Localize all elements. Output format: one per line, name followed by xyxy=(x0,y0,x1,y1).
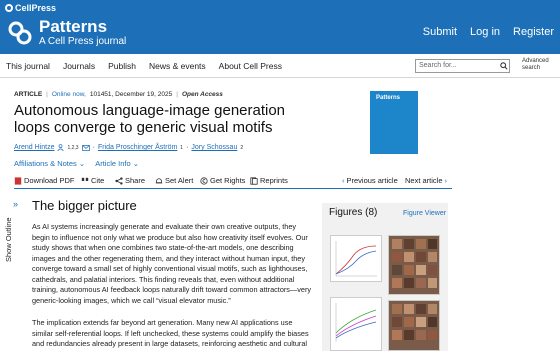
article-type: ARTICLE xyxy=(14,91,43,98)
chevron-right-icon: › xyxy=(444,176,448,185)
open-access-badge: Open Access xyxy=(181,91,223,98)
section-heading: The bigger picture xyxy=(32,198,137,213)
nav-publish[interactable]: Publish xyxy=(108,61,136,71)
article-title: Autonomous language-image generation loo… xyxy=(14,102,286,136)
show-outline-toggle[interactable]: Show Outline xyxy=(4,210,28,270)
search-input[interactable]: Search for... xyxy=(415,59,510,73)
article-toolbar: Download PDF Cite Share Set Alert Get Ri… xyxy=(14,173,452,189)
paragraph-2: The implication extends far beyond art g… xyxy=(32,318,309,348)
affiliations-link[interactable]: Affiliations & Notes ⌄ xyxy=(14,159,85,168)
author-list: Arend Hintze 1,2,3 · Frida Proschinger Å… xyxy=(14,144,244,151)
email-icon[interactable] xyxy=(81,144,90,151)
chevron-left-icon: ‹ xyxy=(342,176,345,185)
chevron-down-icon: ⌄ xyxy=(78,159,86,168)
search-icon[interactable] xyxy=(500,62,508,70)
journal-logo[interactable]: Patterns A Cell Press journal xyxy=(6,18,126,48)
nav-this-journal[interactable]: This journal xyxy=(6,61,50,71)
online-label: Online now, xyxy=(51,91,86,98)
author-1[interactable]: Arend Hintze xyxy=(14,144,54,151)
nav-news-events[interactable]: News & events xyxy=(149,61,206,71)
figures-heading: Figures (8) xyxy=(329,207,378,218)
figure-4-preview xyxy=(392,304,437,340)
article-meta: ARTICLE | Online now, 101451, December 1… xyxy=(14,91,223,98)
journal-subtitle: A Cell Press journal xyxy=(39,36,127,47)
cellpress-logo[interactable]: CellPress xyxy=(5,3,56,13)
double-chevron-right-icon[interactable]: » xyxy=(13,199,18,209)
previous-article-link[interactable]: ‹ Previous article xyxy=(342,176,398,185)
figure-thumbnail[interactable] xyxy=(330,297,382,351)
submit-link[interactable]: Submit xyxy=(423,26,457,38)
pdf-icon xyxy=(14,176,22,185)
cite-button[interactable]: Cite xyxy=(81,176,104,185)
figure-thumbnail[interactable] xyxy=(388,235,440,295)
figure-1-preview xyxy=(335,241,377,277)
article-date: 101451, December 19, 2025 xyxy=(89,91,173,98)
share-button[interactable]: Share xyxy=(115,176,145,185)
paragraph-1: As AI systems increasingly generate and … xyxy=(32,222,312,305)
chevron-down-icon: ⌄ xyxy=(132,159,140,168)
register-link[interactable]: Register xyxy=(513,26,554,38)
nav-journals[interactable]: Journals xyxy=(63,61,95,71)
person-icon xyxy=(57,144,65,151)
author-2[interactable]: Frida Proschinger Åström xyxy=(98,144,177,151)
set-alert-button[interactable]: Set Alert xyxy=(155,176,193,185)
login-link[interactable]: Log in xyxy=(470,26,500,38)
article-info-link[interactable]: Article Info ⌄ xyxy=(95,159,139,168)
journal-name: Patterns xyxy=(39,17,108,36)
get-rights-button[interactable]: Get Rights xyxy=(200,176,245,185)
figure-3-preview xyxy=(335,303,377,342)
figure-viewer-link[interactable]: Figure Viewer xyxy=(403,210,446,217)
share-icon xyxy=(115,176,123,185)
cellpress-icon xyxy=(5,4,13,12)
figure-thumbnail[interactable] xyxy=(388,300,440,351)
quote-icon xyxy=(81,177,89,181)
patterns-logo-icon xyxy=(8,21,32,45)
figure-thumbnail[interactable] xyxy=(330,235,382,282)
next-article-link[interactable]: Next article › xyxy=(405,176,447,185)
nav-about[interactable]: About Cell Press xyxy=(219,61,282,71)
reprints-icon xyxy=(250,176,258,185)
download-pdf-button[interactable]: Download PDF xyxy=(14,176,74,185)
journal-cover[interactable]: Patterns xyxy=(370,91,418,154)
copyright-icon xyxy=(200,176,208,185)
advanced-search-link[interactable]: Advanced search xyxy=(522,58,556,72)
site-header: CellPress Patterns A Cell Press journal … xyxy=(0,0,560,54)
figure-2-preview xyxy=(389,236,439,294)
author-3[interactable]: Jory Schossau xyxy=(191,144,237,151)
reprints-button[interactable]: Reprints xyxy=(250,176,288,185)
bell-icon xyxy=(155,177,163,183)
